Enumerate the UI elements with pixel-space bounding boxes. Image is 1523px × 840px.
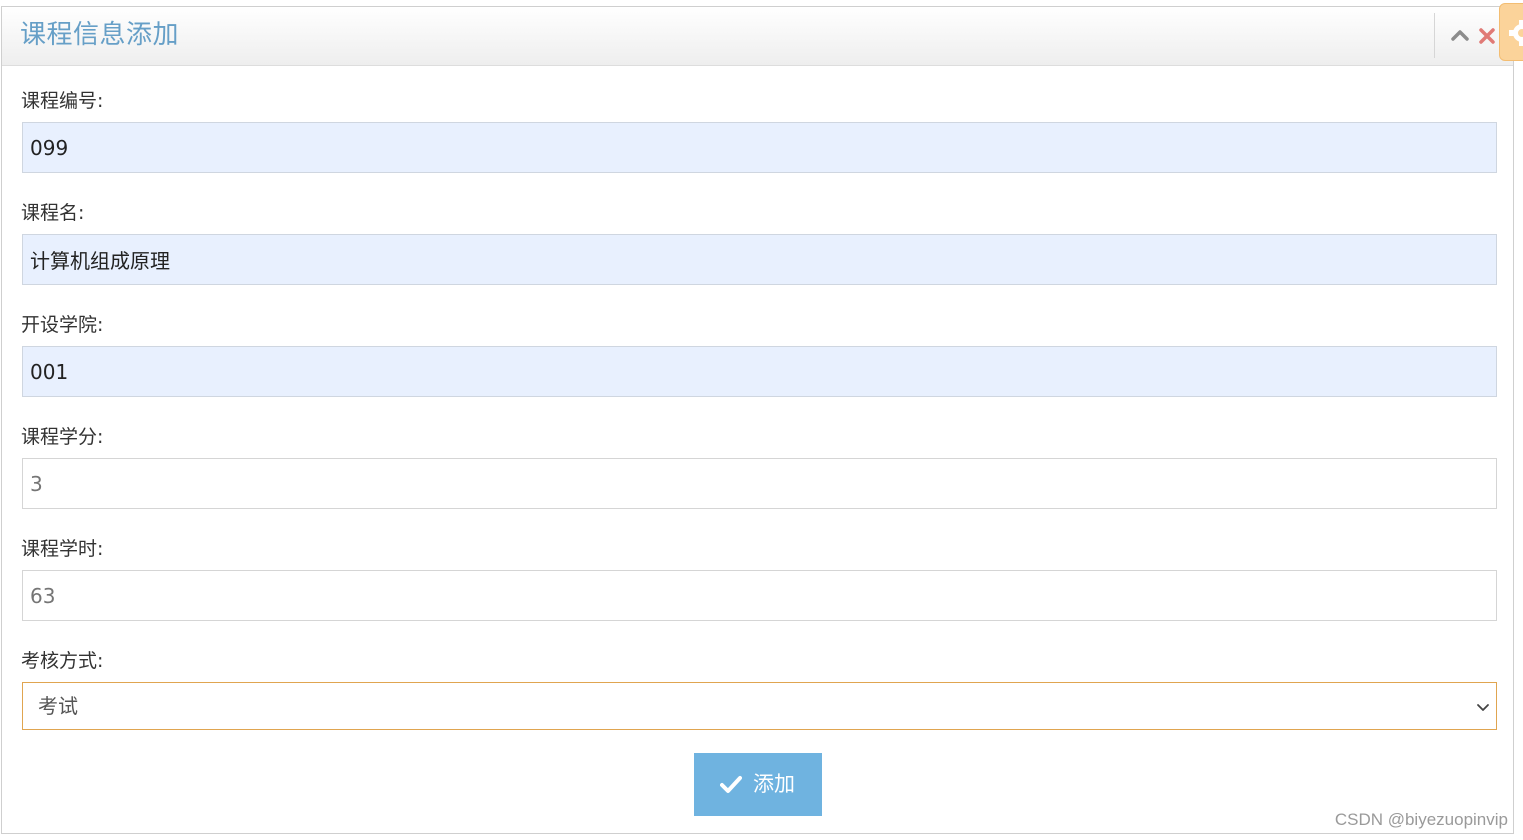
course-id-label: 课程编号:: [21, 90, 104, 112]
hours-input[interactable]: [22, 570, 1497, 621]
watermark: CSDN @biyezuopinvip: [1334, 810, 1508, 829]
credits-input[interactable]: [22, 458, 1497, 509]
add-button[interactable]: 添加: [694, 753, 822, 816]
add-button-label: 添加: [753, 772, 795, 796]
course-id-input[interactable]: [22, 122, 1497, 173]
hours-label: 课程学时:: [21, 538, 104, 560]
collapse-button[interactable]: [1448, 23, 1472, 47]
chevron-down-icon: [1477, 704, 1489, 711]
panel-title: 课程信息添加: [20, 20, 180, 50]
gear-icon: [1509, 20, 1523, 46]
credits-label: 课程学分:: [21, 426, 104, 448]
exam-method-value: 考试: [38, 694, 78, 718]
course-add-panel: 课程信息添加 课程编号: 课程名: 开设学院: 课程学分: 课程学时: 考核方式…: [1, 6, 1514, 834]
course-name-label: 课程名:: [21, 202, 85, 224]
college-label: 开设学院:: [21, 314, 104, 336]
settings-toggle[interactable]: [1499, 3, 1523, 61]
header-divider: [1434, 13, 1435, 58]
college-input[interactable]: [22, 346, 1497, 397]
close-button[interactable]: [1476, 23, 1498, 47]
panel-header: 课程信息添加: [2, 7, 1513, 66]
check-icon: [720, 776, 742, 793]
chevron-up-icon: [1451, 30, 1469, 41]
exam-method-label: 考核方式:: [21, 650, 104, 672]
exam-method-select[interactable]: 考试: [22, 682, 1497, 730]
close-icon: [1479, 28, 1495, 44]
course-name-input[interactable]: [22, 234, 1497, 285]
